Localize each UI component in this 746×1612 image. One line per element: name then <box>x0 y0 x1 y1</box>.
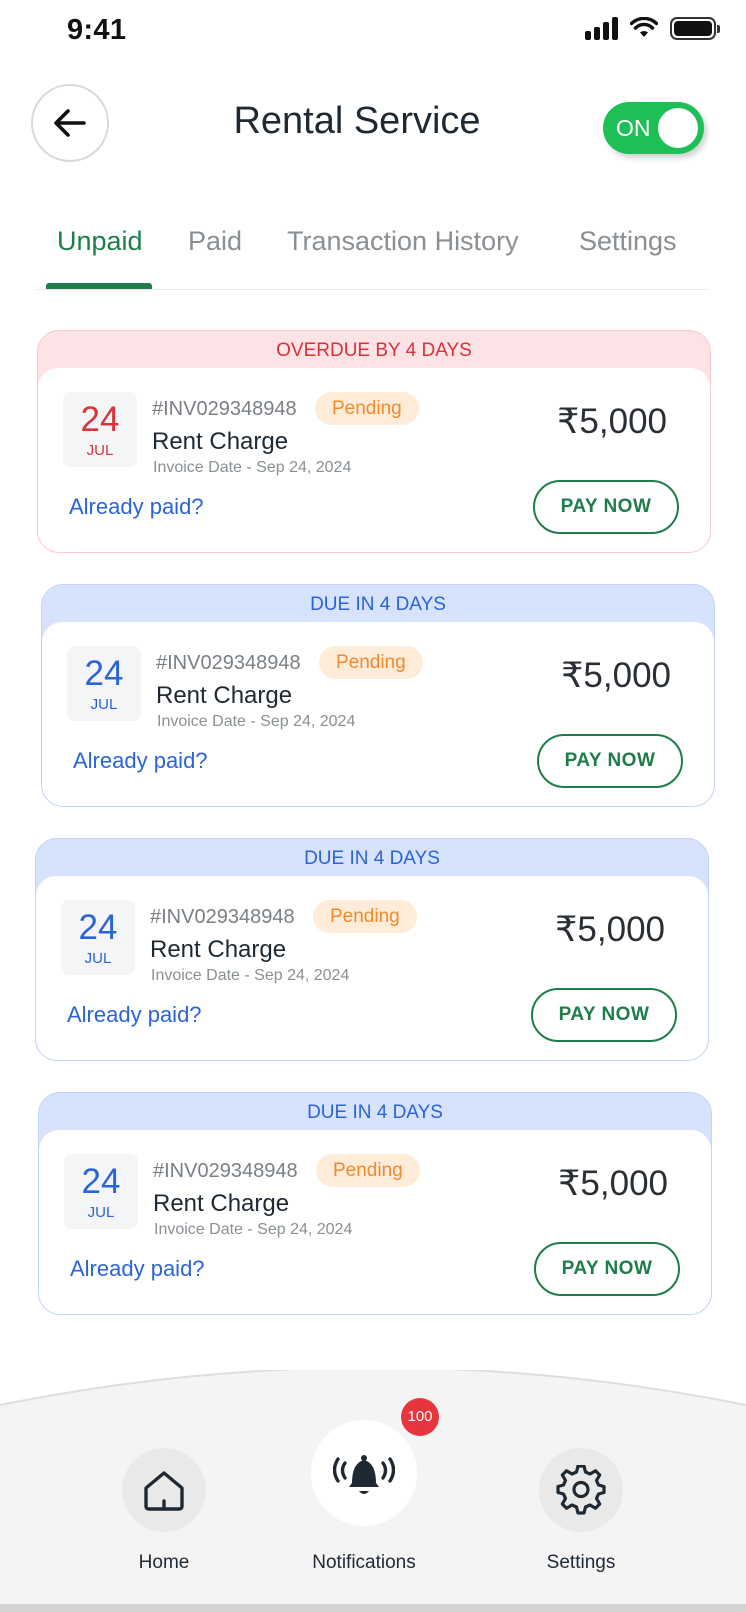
nav-settings[interactable]: Settings <box>539 1448 623 1574</box>
invoice-card-body: 24 JUL #INV029348948 Pending Rent Charge… <box>42 622 714 806</box>
due-month: JUL <box>87 1204 115 1221</box>
gear-icon <box>556 1465 606 1515</box>
signal-icon <box>585 16 618 40</box>
invoice-id: #INV029348948 <box>156 652 301 674</box>
notifications-label: Notifications <box>312 1552 416 1573</box>
invoice-card: DUE IN 4 DAYS 24 JUL #INV029348948 Pendi… <box>35 838 709 1061</box>
tab-bar: Unpaid Paid Transaction History Settings <box>0 222 746 292</box>
invoice-id: #INV029348948 <box>150 906 295 928</box>
due-day: 24 <box>80 400 120 439</box>
tabs-divider <box>36 289 710 290</box>
pay-now-button[interactable]: PAY NOW <box>534 1242 680 1296</box>
due-day: 24 <box>84 654 124 693</box>
back-arrow-icon <box>54 109 86 137</box>
status-icons <box>585 16 720 40</box>
already-paid-link[interactable]: Already paid? <box>69 494 204 520</box>
invoice-card: OVERDUE BY 4 DAYS 24 JUL #INV029348948 P… <box>37 330 711 553</box>
home-label: Home <box>138 1552 190 1573</box>
due-month: JUL <box>84 950 112 967</box>
due-date-box: 24 JUL <box>63 392 137 467</box>
due-banner: DUE IN 4 DAYS <box>307 1102 443 1123</box>
tab-paid[interactable]: Paid <box>188 226 242 257</box>
invoice-id: #INV029348948 <box>152 398 297 420</box>
back-button[interactable] <box>31 84 109 162</box>
invoice-card-body: 24 JUL #INV029348948 Pending Rent Charge… <box>36 876 708 1060</box>
battery-icon <box>670 16 720 40</box>
notifications-button[interactable] <box>311 1420 417 1526</box>
tab-unpaid[interactable]: Unpaid <box>57 226 143 257</box>
invoice-card-body: 24 JUL #INV029348948 Pending Rent Charge… <box>39 1130 711 1314</box>
status-badge: Pending <box>315 392 419 425</box>
settings-label: Settings <box>546 1552 616 1573</box>
page-title: Rental Service <box>233 100 481 142</box>
home-button[interactable] <box>122 1448 206 1532</box>
bell-icon <box>333 1455 395 1494</box>
invoice-card-body: 24 JUL #INV029348948 Pending Rent Charge… <box>38 368 710 552</box>
notification-count-badge: 100 <box>401 1398 439 1436</box>
status-badge: Pending <box>313 900 417 933</box>
due-banner: DUE IN 4 DAYS <box>310 594 446 615</box>
charge-title: Rent Charge <box>152 428 289 455</box>
due-month: JUL <box>90 696 118 713</box>
bottom-nav: Home 100 Notifications Settings <box>0 1370 746 1612</box>
home-indicator <box>0 1604 746 1612</box>
invoice-date: Invoice Date - Sep 24, 2024 <box>154 1221 353 1238</box>
invoice-date: Invoice Date - Sep 24, 2024 <box>157 713 356 730</box>
toggle-knob <box>658 108 698 148</box>
invoice-amount: ₹5,000 <box>557 402 667 441</box>
due-date-box: 24 JUL <box>61 900 135 975</box>
service-toggle[interactable]: ON <box>603 102 704 154</box>
invoice-date: Invoice Date - Sep 24, 2024 <box>151 967 350 984</box>
due-banner: DUE IN 4 DAYS <box>304 848 440 869</box>
due-day: 24 <box>81 1162 121 1201</box>
nav-notifications[interactable]: 100 Notifications <box>311 1398 439 1574</box>
invoice-date: Invoice Date - Sep 24, 2024 <box>153 459 352 476</box>
pay-now-button[interactable]: PAY NOW <box>537 734 683 788</box>
already-paid-link[interactable]: Already paid? <box>70 1256 205 1282</box>
tab-transaction-history[interactable]: Transaction History <box>287 226 519 257</box>
overdue-banner: OVERDUE BY 4 DAYS <box>276 340 472 361</box>
invoice-amount: ₹5,000 <box>558 1164 668 1203</box>
due-date-box: 24 JUL <box>67 646 141 721</box>
wifi-icon <box>630 17 658 37</box>
invoice-id: #INV029348948 <box>153 1160 298 1182</box>
tab-settings[interactable]: Settings <box>579 226 677 257</box>
status-bar: 9:41 <box>0 0 746 62</box>
invoice-card: DUE IN 4 DAYS 24 JUL #INV029348948 Pendi… <box>38 1092 712 1315</box>
pay-now-button[interactable]: PAY NOW <box>531 988 677 1042</box>
pay-now-button[interactable]: PAY NOW <box>533 480 679 534</box>
invoice-amount: ₹5,000 <box>555 910 665 949</box>
status-time: 9:41 <box>67 14 127 46</box>
due-date-box: 24 JUL <box>64 1154 138 1229</box>
already-paid-link[interactable]: Already paid? <box>67 1002 202 1028</box>
due-month: JUL <box>86 442 114 459</box>
invoice-amount: ₹5,000 <box>561 656 671 695</box>
settings-button[interactable] <box>539 1448 623 1532</box>
already-paid-link[interactable]: Already paid? <box>73 748 208 774</box>
due-day: 24 <box>78 908 118 947</box>
status-badge: Pending <box>319 646 423 679</box>
charge-title: Rent Charge <box>153 1190 290 1217</box>
charge-title: Rent Charge <box>150 936 287 963</box>
home-icon <box>144 1471 184 1511</box>
charge-title: Rent Charge <box>156 682 293 709</box>
toggle-label: ON <box>616 115 651 141</box>
nav-home[interactable]: Home <box>122 1448 206 1574</box>
invoice-card: DUE IN 4 DAYS 24 JUL #INV029348948 Pendi… <box>41 584 715 807</box>
status-badge: Pending <box>316 1154 420 1187</box>
